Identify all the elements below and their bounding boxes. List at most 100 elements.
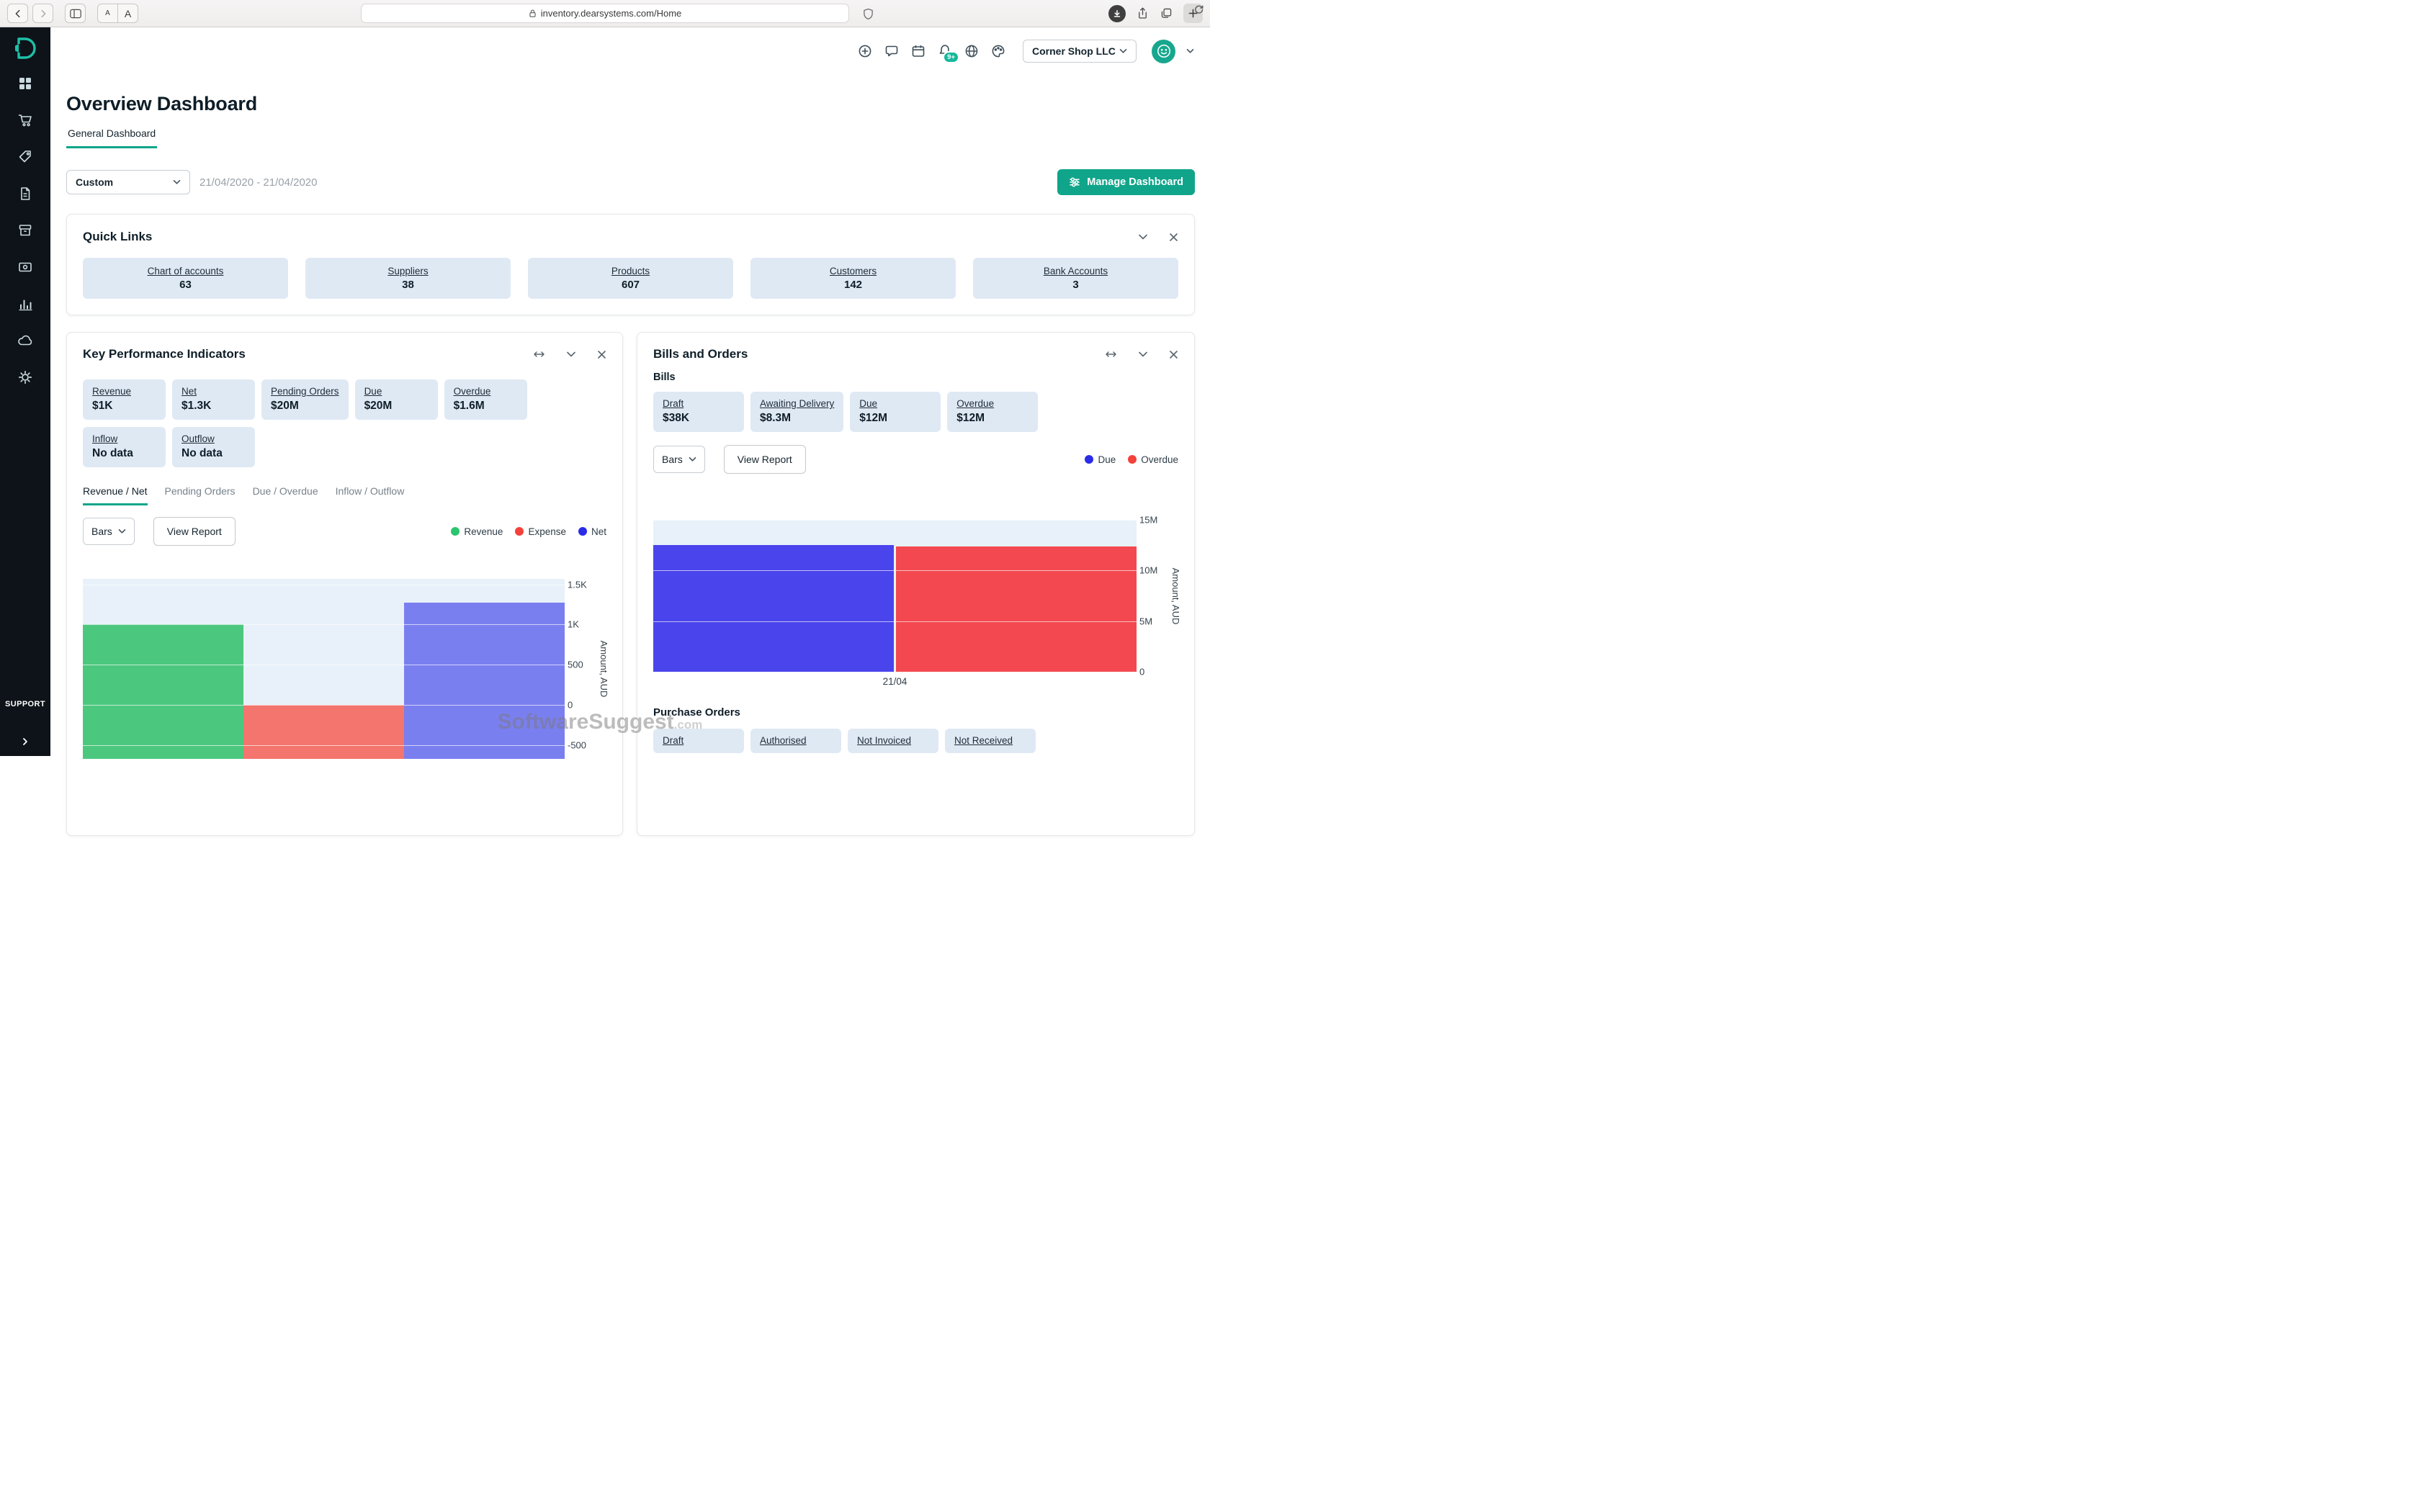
bills-tile-label: Awaiting Delivery [760, 398, 834, 409]
kpi-legend: Revenue Expense Net [451, 526, 606, 537]
legend-dot [1128, 455, 1137, 464]
support-link[interactable]: SUPPORT [5, 700, 45, 708]
gridline [653, 621, 1137, 622]
quick-link-value: 3 [1072, 279, 1078, 291]
kpi-tile-value: $20M [364, 400, 429, 413]
sidebar-nav [16, 75, 35, 386]
quick-link-chart-of-accounts[interactable]: Chart of accounts 63 [83, 258, 288, 299]
collapse-chevron-icon[interactable] [566, 351, 576, 358]
y-tick-label: 5M [1139, 616, 1152, 626]
sidebar-item-production[interactable] [16, 222, 35, 239]
sidebar-item-sales[interactable] [16, 112, 35, 129]
theme-button[interactable] [990, 43, 1006, 59]
po-tile-authorised[interactable]: Authorised [750, 729, 841, 753]
y-tick-label: 0 [568, 699, 573, 710]
language-button[interactable] [964, 43, 980, 59]
sidebar-item-dashboard[interactable] [16, 75, 35, 92]
close-icon[interactable] [1169, 350, 1178, 359]
back-icon [13, 9, 23, 19]
sidebar-item-financials[interactable] [16, 258, 35, 276]
bills-legend: Due Overdue [1085, 454, 1178, 465]
back-button[interactable] [7, 4, 28, 23]
messages-button[interactable] [884, 43, 900, 59]
manage-dashboard-button[interactable]: Manage Dashboard [1057, 169, 1195, 195]
kpi-tile-inflow[interactable]: Inflow No data [83, 427, 166, 467]
sidebar-toggle-button[interactable] [65, 4, 86, 23]
tab-pending-orders[interactable]: Pending Orders [165, 485, 236, 505]
company-name: Corner Shop LLC [1032, 45, 1116, 57]
bills-tile-value: $38K [663, 412, 735, 425]
forward-icon [38, 9, 48, 19]
legend-item-expense[interactable]: Expense [515, 526, 566, 537]
legend-item-net[interactable]: Net [578, 526, 606, 537]
quick-link-bank-accounts[interactable]: Bank Accounts 3 [973, 258, 1178, 299]
downloads-button[interactable] [1108, 5, 1126, 22]
bills-view-report-button[interactable]: View Report [724, 445, 806, 474]
bills-tile-draft[interactable]: Draft $38K [653, 392, 744, 432]
tab-revenue-net[interactable]: Revenue / Net [83, 485, 148, 505]
tab-general-dashboard[interactable]: General Dashboard [66, 127, 157, 148]
quick-link-products[interactable]: Products 607 [528, 258, 733, 299]
chevron-right-icon [21, 737, 30, 746]
tab-inflow-outflow[interactable]: Inflow / Outflow [336, 485, 405, 505]
po-tile-draft[interactable]: Draft [653, 729, 744, 753]
sidebar-item-inventory[interactable] [16, 185, 35, 202]
kpi-tile-revenue[interactable]: Revenue $1K [83, 379, 166, 420]
legend-item-revenue[interactable]: Revenue [451, 526, 503, 537]
sidebar-item-purchases[interactable] [16, 148, 35, 166]
sidebar-item-integrations[interactable] [16, 332, 35, 349]
kpi-chart-type-select[interactable]: Bars [83, 518, 135, 545]
share-button[interactable] [1136, 6, 1150, 21]
kpi-tile-due[interactable]: Due $20M [355, 379, 438, 420]
quick-link-customers[interactable]: Customers 142 [750, 258, 956, 299]
close-icon[interactable] [597, 350, 606, 359]
privacy-shield-icon[interactable] [863, 8, 874, 20]
calendar-button[interactable] [910, 43, 926, 59]
po-tile-not-received[interactable]: Not Received [945, 729, 1036, 753]
kpi-tile-net[interactable]: Net $1.3K [172, 379, 255, 420]
tab-overview-button[interactable] [1160, 6, 1173, 20]
sidebar-item-reports[interactable] [16, 295, 35, 312]
dashboard-tabbar: General Dashboard [66, 127, 1195, 148]
bills-tile-overdue[interactable]: Overdue $12M [947, 392, 1038, 432]
refresh-icon[interactable] [1193, 4, 1204, 15]
user-menu-chevron-icon[interactable] [1186, 48, 1194, 54]
decrease-text-button[interactable]: A [97, 4, 118, 23]
sidebar-expand-button[interactable] [21, 737, 30, 746]
y-tick-label: 0 [1139, 667, 1144, 678]
tab-due-overdue[interactable]: Due / Overdue [253, 485, 318, 505]
user-avatar[interactable] [1152, 40, 1175, 63]
chevron-down-icon [1119, 48, 1127, 54]
bar-chart-icon [17, 296, 33, 312]
bills-tile-awaiting-delivery[interactable]: Awaiting Delivery $8.3M [750, 392, 843, 432]
bills-chart-type-select[interactable]: Bars [653, 446, 705, 473]
kpi-tile-pending-orders[interactable]: Pending Orders $20M [261, 379, 349, 420]
quick-link-suppliers[interactable]: Suppliers 38 [305, 258, 511, 299]
resize-horizontal-icon[interactable] [1105, 350, 1117, 359]
kpi-tile-outflow[interactable]: Outflow No data [172, 427, 255, 467]
sidebar-item-settings[interactable] [16, 369, 35, 386]
collapse-chevron-icon[interactable] [1138, 351, 1148, 358]
resize-horizontal-icon[interactable] [533, 350, 545, 359]
bills-tile-label: Overdue [956, 398, 1028, 409]
legend-item-due[interactable]: Due [1085, 454, 1116, 465]
increase-text-button[interactable]: A [117, 4, 138, 23]
due-bar [653, 545, 894, 672]
collapse-chevron-icon[interactable] [1138, 233, 1148, 240]
company-selector[interactable]: Corner Shop LLC [1023, 40, 1137, 63]
expense-bar [243, 705, 404, 759]
dear-logo[interactable] [13, 36, 37, 62]
quick-add-button[interactable] [857, 43, 873, 59]
po-tile-not-invoiced[interactable]: Not Invoiced [848, 729, 938, 753]
date-range-select[interactable]: Custom [66, 170, 190, 194]
kpi-view-report-button[interactable]: View Report [153, 517, 236, 546]
notifications-button[interactable]: 9+ [937, 43, 953, 59]
close-icon[interactable] [1169, 233, 1178, 242]
address-bar[interactable]: inventory.dearsystems.com/Home [361, 4, 849, 23]
kpi-tile-label: Due [364, 386, 429, 397]
forward-button[interactable] [32, 4, 53, 23]
browser-toolbar-right [1108, 4, 1203, 23]
kpi-y-axis-title: Amount, AUD [599, 641, 609, 698]
bills-tile-due[interactable]: Due $12M [850, 392, 941, 432]
kpi-tile-overdue[interactable]: Overdue $1.6M [444, 379, 527, 420]
